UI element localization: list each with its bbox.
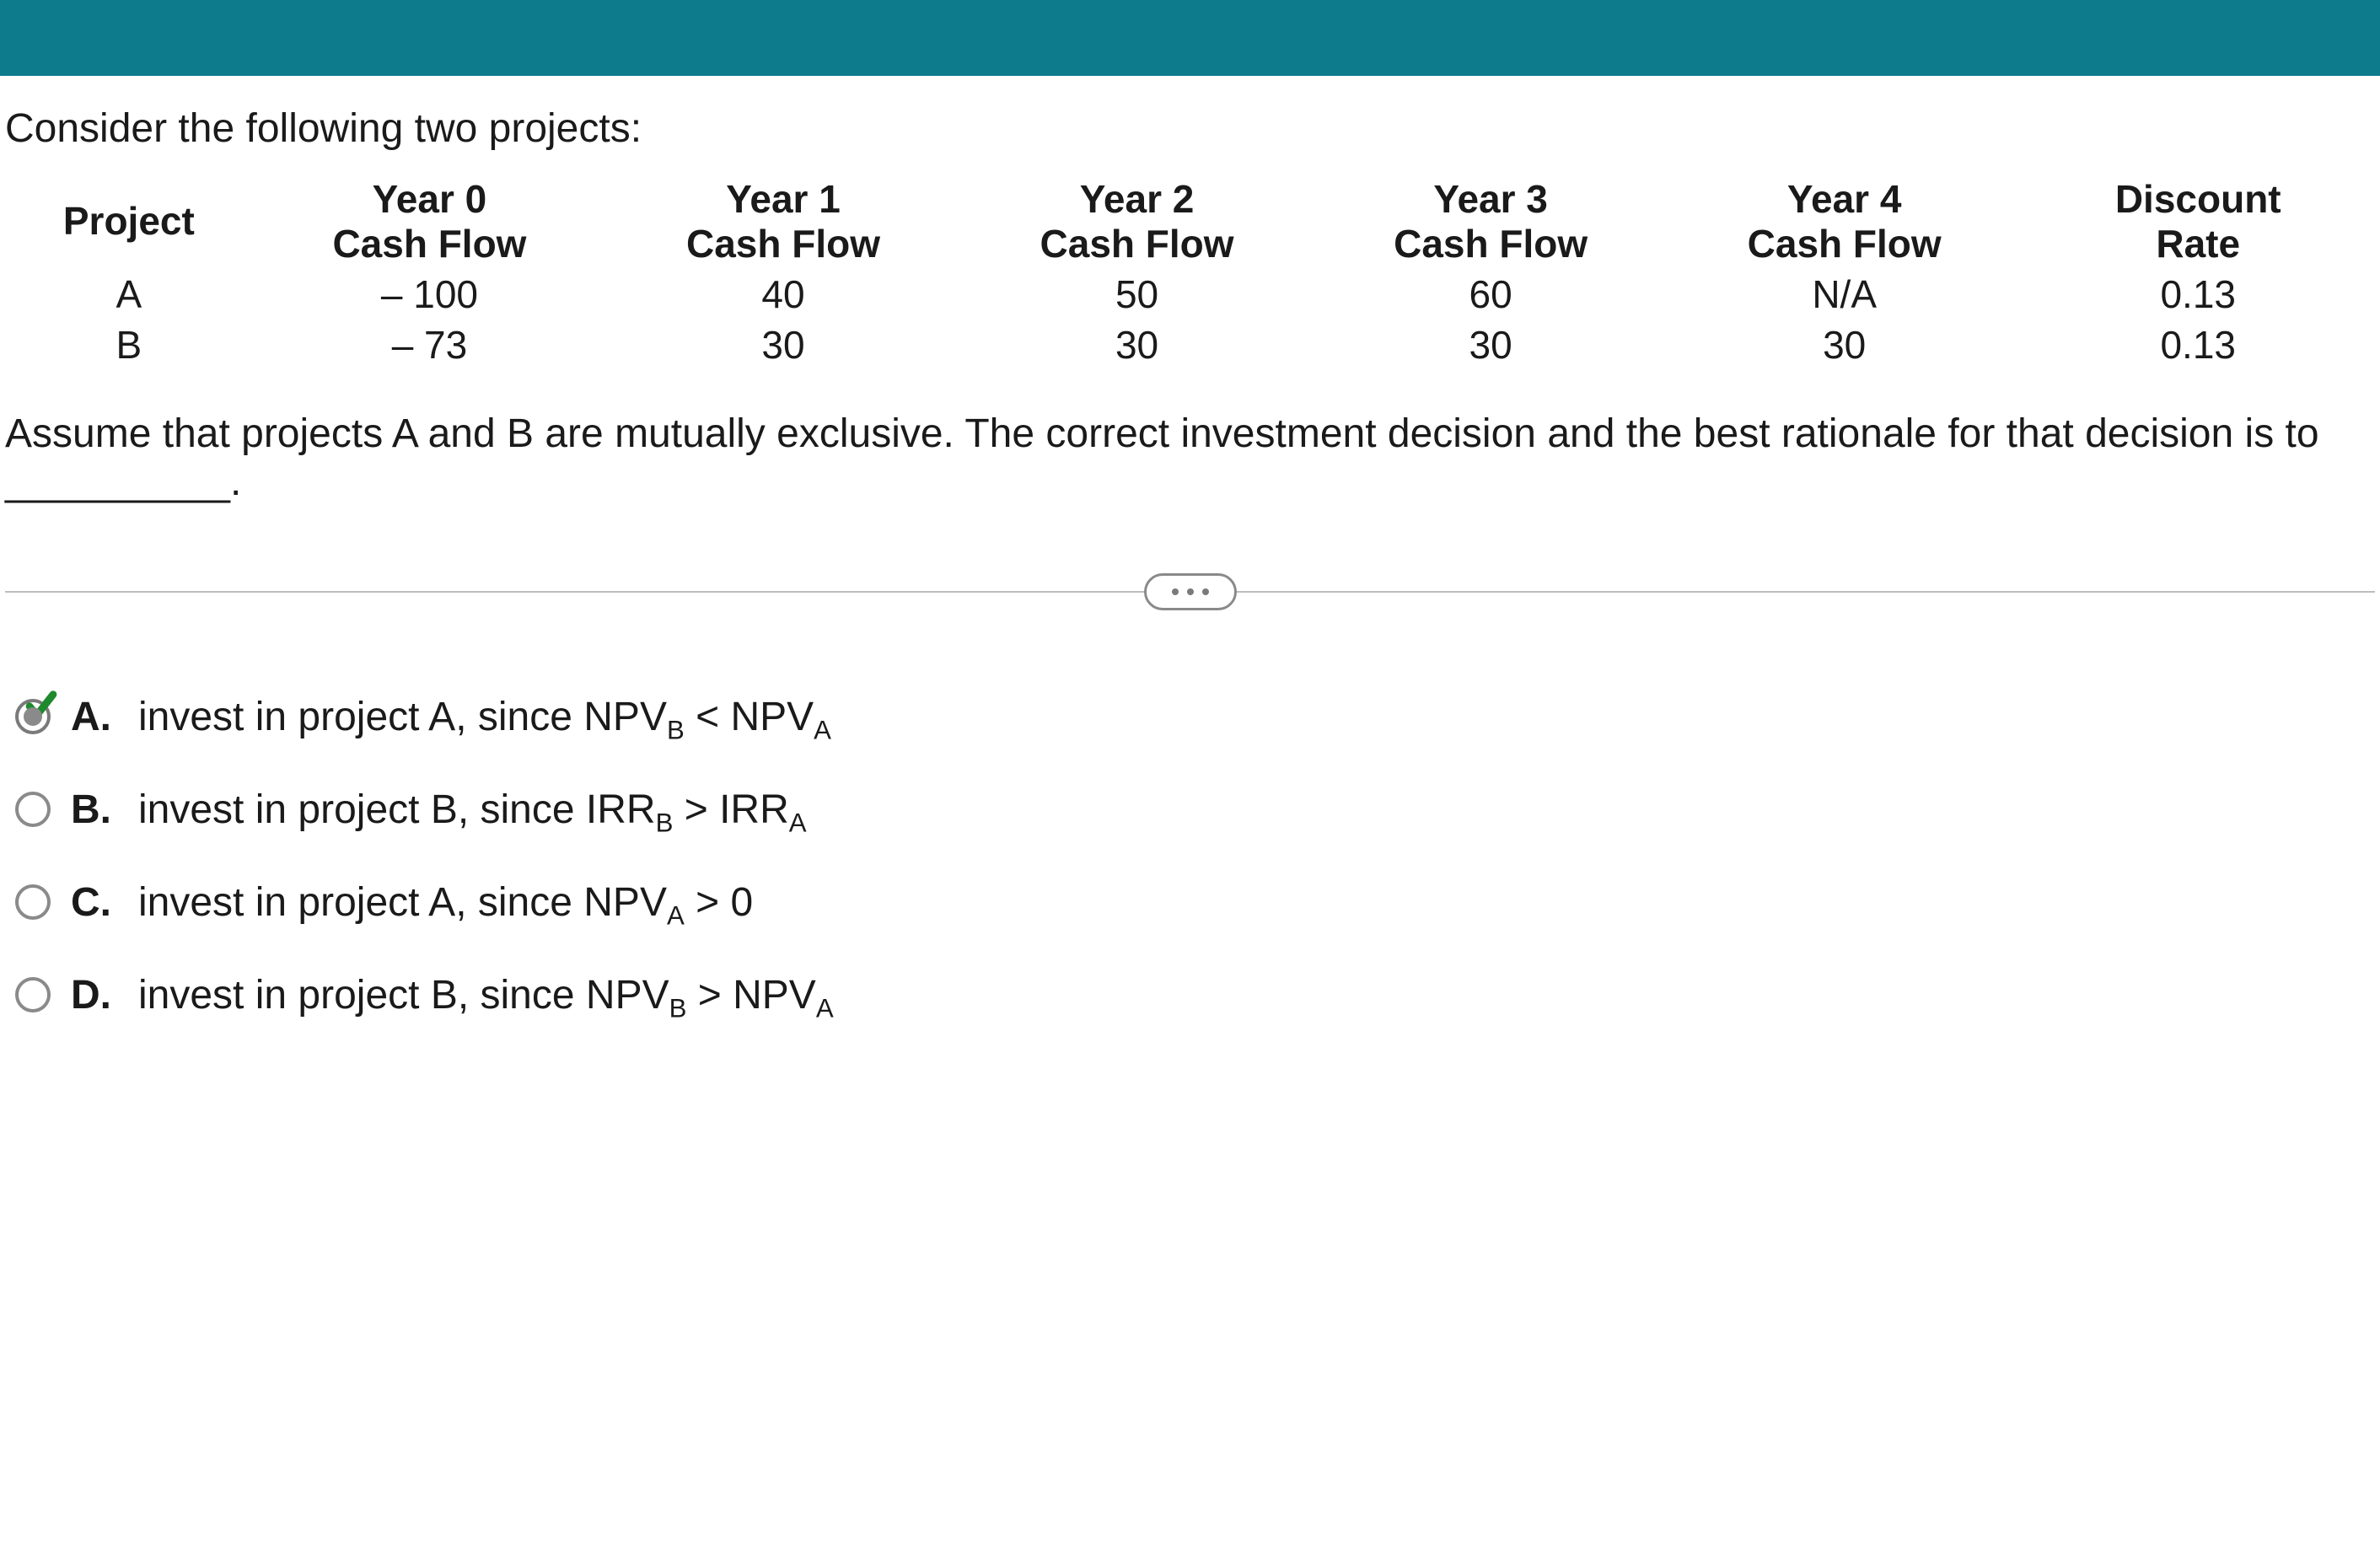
cell-A-proj: A [5, 271, 253, 317]
cell-B-y3: 30 [1314, 322, 1668, 368]
cell-A-y1: 40 [606, 271, 960, 317]
option-A[interactable]: A. invest in project A, since NPVB < NPV… [15, 694, 2375, 740]
option-text: invest in project A, since NPVB < NPVA [138, 694, 2375, 740]
col-header-year2: Year 2Cash Flow [960, 177, 1314, 266]
option-text: invest in project B, since IRRB > IRRA [138, 787, 2375, 833]
option-letter: A. [71, 694, 118, 740]
radio-C[interactable] [15, 884, 51, 920]
option-letter: C. [71, 879, 118, 926]
cell-A-y2: 50 [960, 271, 1314, 317]
radio-D[interactable] [15, 977, 51, 1012]
ellipsis-icon [1172, 588, 1179, 595]
question-content: Consider the following two projects: Pro… [0, 76, 2380, 1115]
ellipsis-icon [1187, 588, 1194, 595]
col-header-year3: Year 3Cash Flow [1314, 177, 1668, 266]
expand-toggle-button[interactable] [1144, 573, 1237, 610]
option-B[interactable]: B. invest in project B, since IRRB > IRR… [15, 787, 2375, 833]
cell-B-dr: 0.13 [2021, 322, 2375, 368]
cell-B-y4: 30 [1668, 322, 2022, 368]
checkmark-icon [24, 687, 59, 722]
radio-A[interactable] [15, 699, 51, 734]
col-header-year4: Year 4Cash Flow [1668, 177, 2022, 266]
option-letter: D. [71, 972, 118, 1018]
cell-B-y2: 30 [960, 322, 1314, 368]
option-text: invest in project B, since NPVB > NPVA [138, 972, 2375, 1018]
answer-options: A. invest in project A, since NPVB < NPV… [5, 694, 2375, 1018]
cell-B-y1: 30 [606, 322, 960, 368]
divider-section [5, 591, 2375, 593]
question-prompt: Assume that projects A and B are mutuall… [5, 410, 2375, 507]
col-header-year0: Year 0Cash Flow [253, 177, 607, 266]
col-header-discount: DiscountRate [2021, 177, 2375, 266]
option-text: invest in project A, since NPVA > 0 [138, 879, 2375, 926]
ellipsis-icon [1202, 588, 1209, 595]
option-letter: B. [71, 787, 118, 833]
col-header-project: Project [5, 199, 253, 244]
col-header-year1: Year 1Cash Flow [606, 177, 960, 266]
option-C[interactable]: C. invest in project A, since NPVA > 0 [15, 879, 2375, 926]
question-intro: Consider the following two projects: [5, 105, 2375, 152]
cell-A-y4: N/A [1668, 271, 2022, 317]
radio-B[interactable] [15, 792, 51, 827]
cell-B-y0: – 73 [253, 322, 607, 368]
cell-A-dr: 0.13 [2021, 271, 2375, 317]
app-header-bar [0, 0, 2380, 76]
option-D[interactable]: D. invest in project B, since NPVB > NPV… [15, 972, 2375, 1018]
cell-B-proj: B [5, 322, 253, 368]
cashflow-table: Project Year 0Cash Flow Year 1Cash Flow … [5, 177, 2375, 368]
cell-A-y0: – 100 [253, 271, 607, 317]
cell-A-y3: 60 [1314, 271, 1668, 317]
